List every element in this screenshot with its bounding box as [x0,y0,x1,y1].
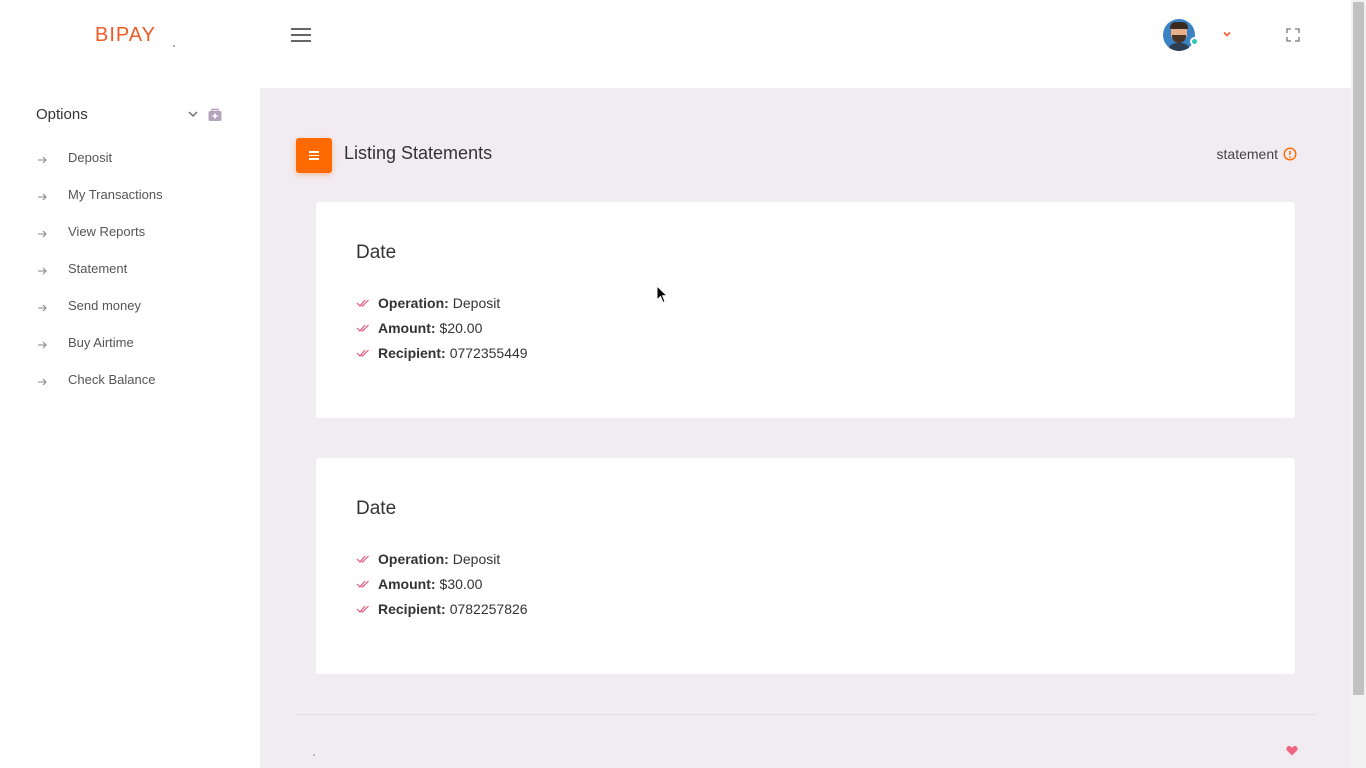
recipient-value: 0772355449 [449,344,528,361]
arrow-right-icon [38,156,47,164]
list-icon [296,138,332,173]
recipient-label: Recipient: [378,600,446,617]
arrow-right-icon [38,193,47,201]
info-icon[interactable] [1283,147,1297,161]
recipient-label: Recipient: [378,344,446,361]
breadcrumb-label: statement [1216,146,1278,162]
sidebar-section-options[interactable]: Options [36,106,226,128]
online-status-dot [1190,37,1199,46]
statement-details: Operation: Deposit Amount: $30.00 Recipi… [356,546,528,621]
sidebar-item-my-transactions[interactable]: My Transactions [36,187,163,224]
statement-card: Date Operation: Deposit Amount: $20.00 R… [316,202,1295,418]
main-content: Listing Statements statement Date Operat… [260,88,1351,768]
breadcrumb: statement [1217,146,1297,162]
hamburger-icon[interactable] [291,28,311,42]
arrow-right-icon [38,304,47,312]
double-check-icon [356,555,369,563]
app-logo[interactable]: BIPAY [95,24,156,47]
sidebar-item-buy-airtime[interactable]: Buy Airtime [36,335,163,372]
sidebar-item-statement[interactable]: Statement [36,261,163,298]
arrow-right-icon [38,267,47,275]
briefcase-medical-icon [208,108,222,121]
double-check-icon [356,580,369,588]
arrow-right-icon [38,341,47,349]
sidebar-item-label: Statement [68,261,128,276]
amount-label: Amount: [378,575,436,592]
statement-amount: Amount: $20.00 [356,315,528,340]
recipient-value: 0782257826 [449,600,528,617]
top-header: BIPAY [0,0,1351,88]
amount-label: Amount: [378,319,436,336]
footer-dot [313,754,315,756]
sidebar-item-label: My Transactions [68,187,163,202]
double-check-icon [356,605,369,613]
chevron-down-icon[interactable] [187,108,199,120]
sidebar: Options Deposit My Transactions View Rep… [0,88,260,768]
logo-dot [173,45,175,47]
avatar[interactable] [1163,19,1195,51]
chevron-down-icon[interactable] [1221,28,1233,40]
operation-label: Operation: [378,550,449,567]
statement-recipient: Recipient: 0782257826 [356,596,528,621]
double-check-icon [356,349,369,357]
statement-details: Operation: Deposit Amount: $20.00 Recipi… [356,290,528,365]
operation-value: Deposit [452,550,501,567]
operation-value: Deposit [452,294,501,311]
statement-amount: Amount: $30.00 [356,571,528,596]
statement-card: Date Operation: Deposit Amount: $30.00 R… [316,458,1295,674]
sidebar-item-view-reports[interactable]: View Reports [36,224,163,261]
statement-date-title: Date [356,242,397,263]
double-check-icon [356,299,369,307]
statement-operation: Operation: Deposit [356,546,528,571]
page-scrollbar[interactable] [1351,0,1366,768]
statement-operation: Operation: Deposit [356,290,528,315]
sidebar-item-label: View Reports [68,224,146,239]
scrollbar-thumb[interactable] [1353,2,1364,695]
statement-recipient: Recipient: 0772355449 [356,340,528,365]
page-title: Listing Statements [344,143,493,163]
sidebar-item-label: Check Balance [68,372,156,387]
sidebar-menu: Deposit My Transactions View Reports Sta… [36,150,163,409]
mouse-cursor-icon [656,285,668,304]
amount-value: $20.00 [439,319,483,336]
arrow-right-icon [38,230,47,238]
sidebar-item-label: Send money [68,298,141,313]
fullscreen-icon[interactable] [1286,28,1300,42]
arrow-right-icon [38,378,47,386]
sidebar-item-send-money[interactable]: Send money [36,298,163,335]
sidebar-item-label: Buy Airtime [68,335,134,350]
options-title: Options [36,106,88,123]
sidebar-item-deposit[interactable]: Deposit [36,150,163,187]
footer-divider [295,714,1316,715]
sidebar-item-label: Deposit [68,150,113,165]
heart-icon [1286,746,1298,756]
amount-value: $30.00 [439,575,483,592]
double-check-icon [356,324,369,332]
sidebar-item-check-balance[interactable]: Check Balance [36,372,163,409]
statement-date-title: Date [356,498,397,519]
operation-label: Operation: [378,294,449,311]
